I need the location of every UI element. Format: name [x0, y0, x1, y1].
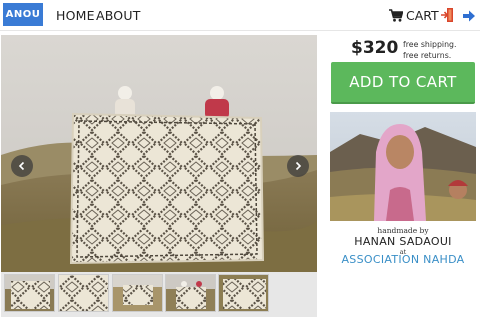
main-product-photo[interactable] [1, 35, 317, 272]
thumbnail-3[interactable] [112, 274, 163, 312]
association-link[interactable]: ASSOCIATION NAHDA [330, 253, 476, 266]
shipping-line: free shipping. [403, 40, 457, 49]
arrow-right-icon[interactable] [462, 8, 476, 22]
returns-line: free returns. [403, 51, 452, 60]
thumbnail-2[interactable] [58, 274, 109, 312]
thumbnail-strip [1, 272, 317, 317]
product-price: $320 [351, 38, 399, 58]
thumbnail-4[interactable] [165, 274, 216, 312]
cart-link[interactable]: CART [389, 7, 439, 23]
cart-icon [389, 8, 403, 22]
next-image-button[interactable] [287, 155, 309, 177]
artisan-photo[interactable] [330, 112, 476, 221]
anou-logo[interactable]: ANOU [3, 3, 43, 26]
add-to-cart-button[interactable]: ADD TO CART [331, 62, 475, 104]
cart-label: CART [406, 7, 439, 23]
shipping-info: free shipping. free returns. [403, 39, 456, 61]
thumbnail-5[interactable] [218, 274, 269, 312]
handmade-by-label: handmade by [377, 226, 429, 235]
thumbnail-1[interactable] [4, 274, 55, 312]
artisan-name[interactable]: HANAN SADAOUI [330, 235, 476, 248]
chevron-left-icon [17, 161, 27, 171]
nav-about-link[interactable]: ABOUT [96, 8, 141, 23]
chevron-right-icon [293, 161, 303, 171]
nav-home-link[interactable]: HOME [56, 8, 95, 23]
site-header: ANOU HOME ABOUT CART [0, 0, 480, 31]
previous-image-button[interactable] [11, 155, 33, 177]
logout-icon[interactable] [441, 7, 455, 23]
